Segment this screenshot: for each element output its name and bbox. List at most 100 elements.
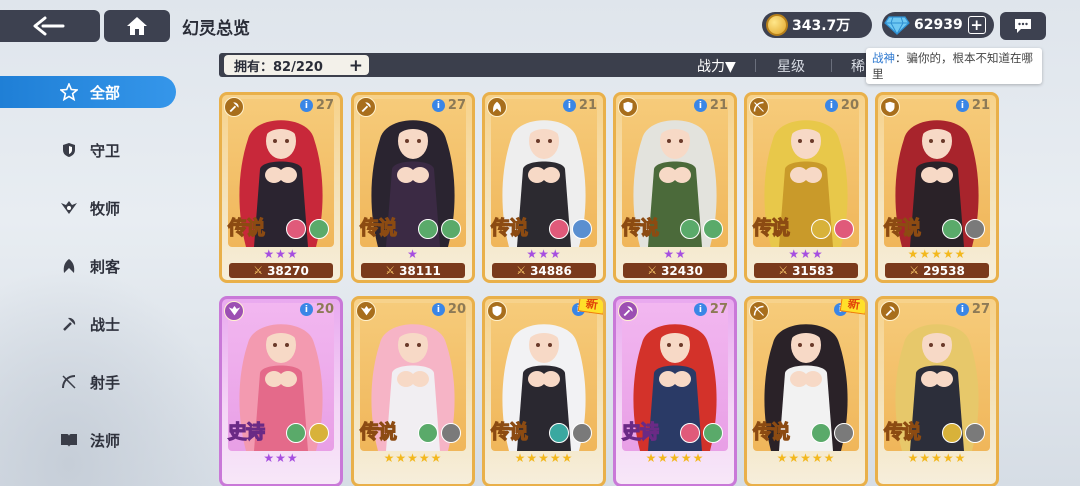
stars: ★★★★★: [514, 451, 574, 465]
info-icon[interactable]: i: [299, 99, 313, 112]
hero-card[interactable]: i 20 传说 ★★★★★: [351, 296, 475, 486]
gold-amount: 343.7万: [792, 18, 851, 34]
tooltip-separator: ：: [895, 51, 907, 65]
stars: ★★★: [526, 247, 562, 261]
add-gems-button[interactable]: +: [967, 16, 986, 34]
element-icons: [286, 423, 329, 443]
element-icon: [680, 423, 700, 443]
home-button[interactable]: [104, 10, 170, 42]
hero-card[interactable]: i 27 传说 ★★★ ⚔ 38270: [219, 92, 343, 283]
stars: ★★★★★: [776, 451, 836, 465]
element-icons: [418, 423, 461, 443]
element-icons: [680, 219, 723, 239]
sidebar-item-label: 刺客: [90, 257, 121, 276]
level-value: 20: [840, 98, 859, 113]
hero-card[interactable]: i 2 新 传说 ★★★★★: [482, 296, 606, 486]
back-button[interactable]: [0, 10, 100, 42]
element-icons: [811, 423, 854, 443]
element-icon: [942, 423, 962, 443]
element-icons: [418, 219, 461, 239]
stars: ★★★: [263, 247, 299, 261]
info-icon[interactable]: i: [299, 303, 313, 316]
sort-power-button[interactable]: 战力▼: [697, 56, 736, 76]
hero-card[interactable]: i 21 传说 ★★★★★ ⚔ 29538: [875, 92, 999, 283]
chat-bubble-icon: [1015, 19, 1031, 33]
sidebar-item-assassin[interactable]: 刺客: [0, 250, 176, 282]
info-icon[interactable]: i: [955, 99, 969, 112]
page-title: 幻灵总览: [182, 19, 250, 39]
star-rating: ★: [354, 247, 472, 261]
sort-rarity-button[interactable]: 稀: [851, 56, 865, 76]
info-icon[interactable]: i: [431, 99, 445, 112]
info-icon[interactable]: i: [824, 99, 838, 112]
element-icon: [418, 423, 438, 443]
element-icon: [811, 219, 831, 239]
book-icon: [60, 431, 78, 449]
axe-icon: [880, 301, 900, 321]
hero-level: i 27: [955, 302, 990, 317]
rarity-label: 传说: [490, 216, 528, 239]
hero-card[interactable]: i 20 史诗 ★★★: [219, 296, 343, 486]
rarity-label: 传说: [359, 216, 397, 239]
sidebar-item-priest[interactable]: 牧师: [0, 192, 176, 224]
crossed-swords-icon: ⚔: [516, 264, 527, 277]
bow-icon: [60, 373, 78, 391]
element-icon: [965, 423, 985, 443]
power-badge: ⚔ 32430: [623, 263, 727, 278]
info-icon[interactable]: i: [955, 303, 969, 316]
level-value: 20: [315, 302, 334, 317]
info-icon[interactable]: i: [431, 303, 445, 316]
element-icon: [549, 219, 569, 239]
sidebar-item-warrior[interactable]: 战士: [0, 308, 176, 340]
sidebar-item-mage[interactable]: 法师: [0, 424, 176, 456]
stars: ★: [407, 247, 419, 261]
hero-card[interactable]: i 21 传说 ★★★ ⚔ 34886: [482, 92, 606, 283]
element-icon: [572, 423, 592, 443]
crossed-swords-icon: ⚔: [253, 264, 264, 277]
rarity-label: 传说: [490, 420, 528, 443]
dagger-icon: [60, 257, 78, 275]
hero-card[interactable]: i 27 传说 ★★★★★: [875, 296, 999, 486]
info-icon[interactable]: i: [693, 303, 707, 316]
level-value: 27: [709, 302, 728, 317]
star-rating: ★★★: [485, 247, 603, 261]
dagger-icon: [487, 97, 507, 117]
hero-card[interactable]: i 27 传说 ★ ⚔ 38111: [351, 92, 475, 283]
sort-star-button[interactable]: 星级: [777, 56, 805, 76]
sidebar-item-label: 牧师: [90, 199, 121, 218]
power-badge: ⚔ 38111: [361, 263, 465, 278]
chat-button[interactable]: [1000, 12, 1046, 40]
element-icon: [309, 219, 329, 239]
axe-icon: [60, 315, 78, 333]
rarity-label: 传说: [883, 216, 921, 239]
hero-card[interactable]: i 20 传说 ★★★ ⚔ 31583: [744, 92, 868, 283]
sidebar-item-archer[interactable]: 射手: [0, 366, 176, 398]
diamond-icon: [884, 16, 910, 35]
power-badge: ⚔ 31583: [754, 263, 858, 278]
level-value: 21: [709, 98, 728, 113]
owned-count-box[interactable]: 拥有：82/220 +: [224, 55, 369, 76]
power-value: 38111: [399, 263, 441, 278]
gold-currency: 343.7万: [762, 12, 872, 38]
hero-level: i 21: [562, 98, 597, 113]
info-icon[interactable]: i: [562, 99, 576, 112]
sidebar-item-label: 战士: [90, 315, 121, 334]
star-rating: ★★★: [747, 247, 865, 261]
star-rating: ★★★★★: [485, 451, 603, 465]
info-icon[interactable]: i: [693, 99, 707, 112]
power-value: 29538: [923, 263, 965, 278]
wings-icon: [356, 301, 376, 321]
sidebar-item-all[interactable]: 全部: [0, 76, 176, 108]
axe-icon: [224, 97, 244, 117]
level-value: 27: [971, 302, 990, 317]
stars: ★★★: [263, 451, 299, 465]
star-rating: ★★★★★: [616, 451, 734, 465]
hero-card[interactable]: i 27 史诗 ★★★★★: [613, 296, 737, 486]
hero-level: i 20: [431, 302, 466, 317]
star-rating: ★★: [616, 247, 734, 261]
expand-slots-icon[interactable]: +: [349, 56, 363, 76]
hero-card[interactable]: i 21 传说 ★★ ⚔ 32430: [613, 92, 737, 283]
element-icons: [942, 219, 985, 239]
sidebar-item-guardian[interactable]: 守卫: [0, 134, 176, 166]
hero-card[interactable]: i 2 新 传说 ★★★★★: [744, 296, 868, 486]
